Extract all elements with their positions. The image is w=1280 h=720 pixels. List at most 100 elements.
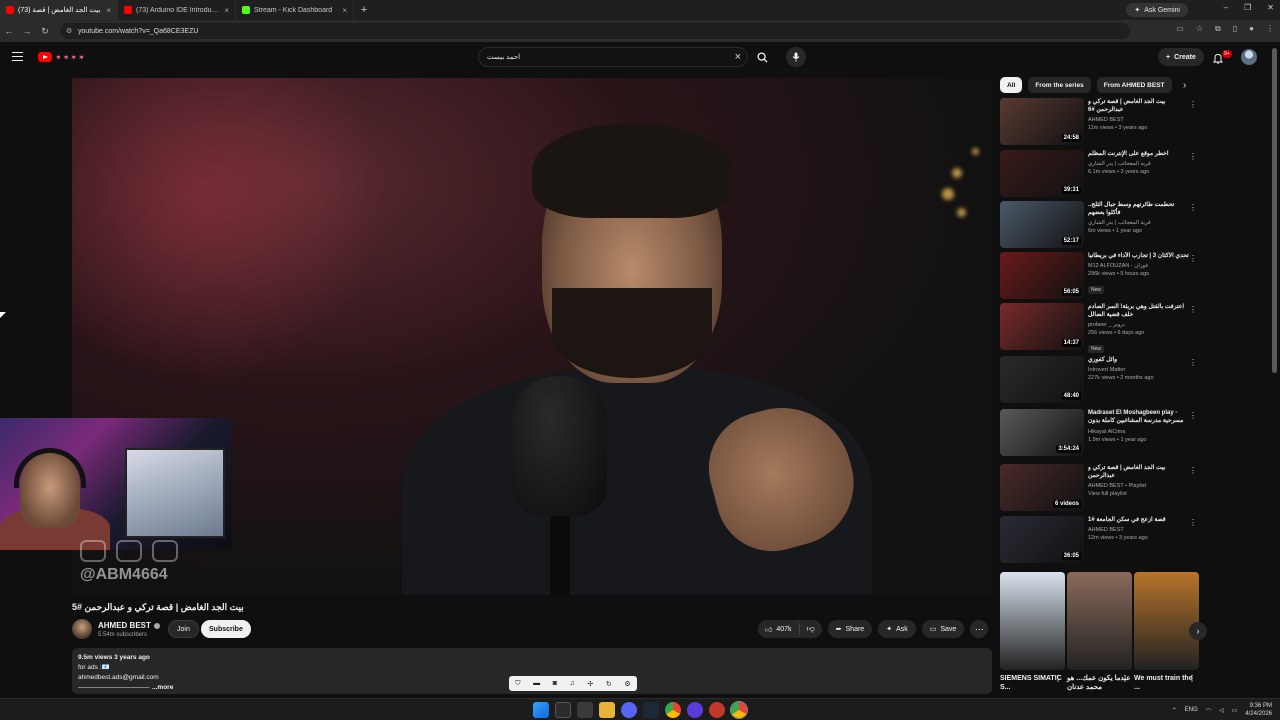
pin-icon[interactable]: ✢ (587, 680, 593, 688)
cast-icon[interactable]: ▭ (1176, 24, 1184, 34)
battery-icon[interactable]: ▭ (1232, 707, 1238, 714)
folder-icon[interactable]: ▬ (533, 680, 540, 687)
more-options-icon[interactable]: ⋮ (1189, 411, 1197, 420)
task-view-icon[interactable] (577, 702, 593, 718)
close-tab-icon[interactable]: × (342, 6, 347, 15)
recommendation-channel[interactable]: Introvert Matter (1088, 366, 1190, 374)
recommendation-title[interactable]: بيت الجد الغامض | قصة تركي و عبدالرحمن #… (1088, 98, 1190, 114)
recommendation-item[interactable]: 24:58 بيت الجد الغامض | قصة تركي و عبدالر… (1000, 98, 1205, 146)
maximize-icon[interactable]: ❐ (1244, 3, 1251, 12)
back-icon[interactable]: ← (0, 26, 18, 36)
video-thumbnail[interactable]: 56:05 (1000, 252, 1084, 299)
more-options-icon[interactable]: ⋮ (1188, 674, 1196, 683)
recommendation-channel[interactable]: AHMED BEST (1088, 526, 1190, 534)
close-tab-icon[interactable]: × (224, 6, 229, 15)
more-options-icon[interactable]: ⋮ (1189, 466, 1197, 475)
steam-icon[interactable] (643, 702, 659, 718)
bookmark-star-icon[interactable]: ☆ (1196, 24, 1203, 34)
extensions-icon[interactable]: ⧉ (1215, 24, 1221, 34)
recommendation-item[interactable]: 14:37 اعترفت بالقتل وهي بريئة! السر الصاد… (1000, 303, 1205, 353)
chrome-active-icon[interactable] (730, 701, 748, 719)
ask-button[interactable]: ✦ Ask (878, 620, 916, 638)
minimize-icon[interactable]: – (1224, 3, 1228, 12)
save-button[interactable]: ▭ Save (921, 620, 965, 638)
short-title[interactable]: We must train the ... ⋮ (1134, 674, 1199, 692)
app-icon[interactable] (709, 702, 725, 718)
more-options-icon[interactable]: ⋮ (1189, 152, 1197, 161)
short-thumbnail[interactable] (1067, 572, 1132, 670)
sidepanel-icon[interactable]: ▯ (1233, 24, 1237, 34)
discord-icon[interactable] (621, 702, 637, 718)
browser-menu-icon[interactable]: ⋮ (1266, 24, 1274, 34)
recommendation-title[interactable]: قصة ازعج في سكن الجامعة #1 (1088, 516, 1190, 524)
more-options-icon[interactable]: ⋮ (1189, 518, 1197, 527)
audio-icon[interactable]: ♫ (570, 680, 575, 687)
video-thumbnail[interactable]: 48:40 (1000, 356, 1084, 403)
recommendation-item[interactable]: 39:31 اخطر موقع على الإنترنت المظلم قرية ا… (1000, 150, 1205, 198)
chip-from-channel[interactable]: From AHMED BEST (1096, 77, 1172, 93)
join-button[interactable]: Join (168, 620, 199, 638)
shield-icon[interactable]: ⛉ (515, 680, 520, 688)
close-window-icon[interactable]: ✕ (1267, 3, 1274, 12)
channel-name-link[interactable]: AHMED BEST (98, 621, 160, 630)
account-avatar[interactable] (1241, 49, 1257, 65)
close-tab-icon[interactable]: × (106, 6, 111, 15)
browser-tab-1[interactable]: (73) Arduino IDE Introduction - × (118, 0, 236, 20)
recommendation-channel[interactable]: AHMED BEST (1088, 116, 1190, 124)
video-thumbnail[interactable]: 52:17 (1000, 201, 1084, 248)
recommendation-title[interactable]: اعترفت بالقتل وهي بريئة! السر الصادم خلف… (1088, 303, 1190, 319)
more-options-icon[interactable]: ⋮ (1054, 674, 1062, 683)
voice-search-button[interactable] (786, 47, 806, 67)
file-explorer-icon[interactable] (599, 702, 615, 718)
youtube-logo[interactable]: ✶✶✶✶ (38, 52, 86, 62)
recommendation-item[interactable]: 3:54:24 Madraset El Moshagbeen play - مسر… (1000, 409, 1205, 457)
video-thumbnail[interactable]: 24:58 (1000, 98, 1084, 145)
menu-icon[interactable] (12, 52, 23, 61)
profile-icon[interactable]: ● (1249, 24, 1254, 34)
chip-from-series[interactable]: From the series (1028, 77, 1091, 93)
refresh-icon[interactable]: ↻ (606, 680, 612, 688)
recommendation-title[interactable]: اخطر موقع على الإنترنت المظلم (1088, 150, 1190, 158)
tray-overflow-icon[interactable]: ⌃ (1172, 707, 1177, 714)
camera-icon[interactable]: ◙ (553, 680, 557, 687)
video-thumbnail[interactable]: 6 videos (1000, 464, 1084, 511)
recommendation-channel[interactable]: Hikayat AlCima (1088, 428, 1190, 436)
subscribe-button[interactable]: Subscribe (201, 620, 251, 638)
shorts-next-icon[interactable]: › (1189, 622, 1207, 640)
forward-icon[interactable]: → (18, 26, 36, 36)
recommendation-channel[interactable]: قرية المعجائب | بدر الشاري (1088, 219, 1190, 227)
language-indicator[interactable]: ENG (1185, 707, 1198, 713)
create-button[interactable]: + Create (1158, 48, 1204, 66)
recommendation-item[interactable]: 6 videos بيت الجد الغامض | قصة تركي و عبد… (1000, 464, 1205, 512)
page-scrollbar[interactable] (1272, 48, 1277, 373)
more-options-icon[interactable]: ⋮ (1189, 254, 1197, 263)
wifi-icon[interactable]: ◠ (1206, 707, 1211, 714)
search-button[interactable] (752, 47, 772, 67)
more-options-icon[interactable]: ⋮ (1189, 100, 1197, 109)
recommendation-title[interactable]: Madraset El Moshagbeen play - مسرحية مدر… (1088, 409, 1190, 426)
recommendation-title[interactable]: تحدي الاكثان 3 | تجارب الأداء في بريطاني… (1088, 252, 1190, 260)
browser-tab-2[interactable]: Stream - Kick Dashboard × (236, 0, 354, 20)
video-thumbnail[interactable]: 3:54:24 (1000, 409, 1084, 456)
search-input[interactable]: احمد بيست × (478, 47, 748, 67)
recommendation-item[interactable]: 52:17 تحطمت طائرتهم وسط جبال الثلج.. فأكل… (1000, 201, 1205, 249)
browser-tab-0[interactable]: بيت الجد الغامض | قصة (73) × (0, 0, 118, 20)
recommendation-title[interactable]: وائل كفوري (1088, 356, 1190, 364)
more-actions-icon[interactable]: ⋯ (970, 620, 989, 638)
video-thumbnail[interactable]: 14:37 (1000, 303, 1084, 350)
more-options-icon[interactable]: ⋮ (1189, 358, 1197, 367)
recommendation-item[interactable]: 36:05 قصة ازعج في سكن الجامعة #1 AHMED BES… (1000, 516, 1205, 564)
dislike-button[interactable]: 👎︎ (800, 624, 822, 634)
short-thumbnail[interactable] (1000, 572, 1065, 670)
short-title[interactable]: عندما يكون عمك... هو محمد عدنان ⋮ (1067, 674, 1132, 692)
windows-start-icon[interactable] (533, 702, 549, 718)
new-tab-button[interactable]: + (354, 4, 374, 16)
site-info-icon[interactable]: ⚙ (66, 27, 72, 35)
show-more-link[interactable]: ...more (152, 683, 173, 693)
recommendation-title[interactable]: بيت الجد الغامض | قصة تركي و عبدالرحمن (1088, 464, 1190, 480)
recommendation-channel[interactable]: probeer _ بروبر (1088, 321, 1190, 329)
more-options-icon[interactable]: ⋮ (1189, 203, 1197, 212)
video-thumbnail[interactable]: 36:05 (1000, 516, 1084, 563)
taskbar-search-icon[interactable] (555, 702, 571, 718)
short-thumbnail[interactable] (1134, 572, 1199, 670)
